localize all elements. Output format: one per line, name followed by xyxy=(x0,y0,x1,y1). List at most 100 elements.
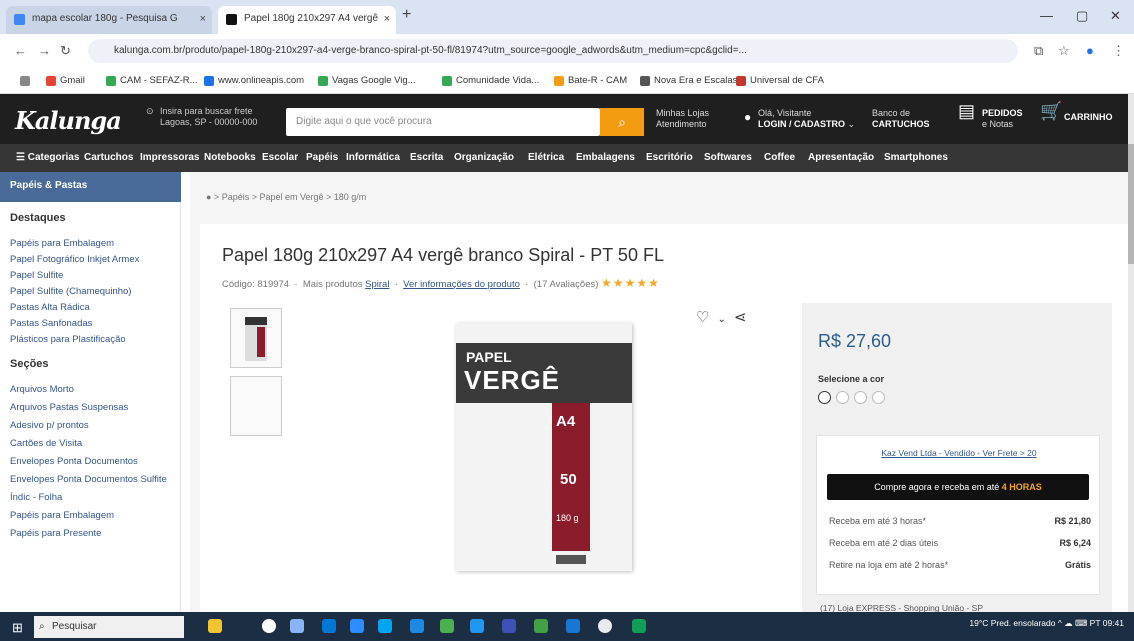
star-bookmark-icon[interactable]: ☆ xyxy=(1058,43,1070,59)
sidebar-heading[interactable]: Papéis & Pastas xyxy=(0,172,181,202)
nav-papeis[interactable]: Papéis xyxy=(306,152,338,163)
product-info-link[interactable]: Ver informações do produto xyxy=(403,279,520,290)
sidebar-item[interactable]: Plásticos para Plastificação xyxy=(10,334,126,345)
menu-icon[interactable]: ⋮ xyxy=(1112,43,1125,59)
search-button[interactable]: ⌕ xyxy=(600,108,644,136)
cart-link[interactable]: 🛒 CARRINHO xyxy=(1040,102,1113,123)
back-icon[interactable]: ← xyxy=(14,43,27,58)
sidebar-item[interactable]: Cartões de Visita xyxy=(10,438,82,449)
nav-smartphones[interactable]: Smartphones xyxy=(884,152,948,163)
windows-start-icon[interactable]: ⊞ xyxy=(12,620,23,636)
delivery-option-row[interactable]: Receba em até 3 horas* R$ 21,80 xyxy=(829,516,1091,526)
login-link[interactable]: ● Olá, Visitante LOGIN / CADASTRO ⌄ xyxy=(744,108,855,130)
stores-link[interactable]: Minhas Lojas Atendimento xyxy=(656,108,709,130)
nav-cartuchos[interactable]: Cartuchos xyxy=(84,152,133,163)
bookmark-item[interactable]: Nova Era e Escalas xyxy=(640,75,737,86)
nav-escrita[interactable]: Escrita xyxy=(410,152,443,163)
extension-icon[interactable]: ⧉ xyxy=(1034,43,1043,59)
product-thumbnail[interactable] xyxy=(230,376,282,436)
nav-escritorio[interactable]: Escritório xyxy=(646,152,693,163)
color-option[interactable] xyxy=(854,391,867,404)
kalunga-logo[interactable]: Kalunga xyxy=(15,106,122,135)
color-option[interactable] xyxy=(836,391,849,404)
app-icon[interactable] xyxy=(440,619,454,633)
sidebar-item[interactable]: Envelopes Ponta Documentos xyxy=(10,456,138,467)
product-thumbnail[interactable] xyxy=(230,308,282,368)
breadcrumb[interactable]: ● > Papéis > Papel em Vergê > 180 g/m xyxy=(206,192,366,202)
task-view-icon[interactable] xyxy=(262,619,276,633)
url-field[interactable]: kalunga.com.br/produto/papel-180g-210x29… xyxy=(88,39,1018,63)
maximize-icon[interactable]: ▢ xyxy=(1076,8,1088,24)
excel-icon[interactable] xyxy=(534,619,548,633)
system-tray[interactable]: 19°C Pred. ensolarado ^ ☁ ⌨ PT 09:41 xyxy=(969,618,1124,629)
nav-coffee[interactable]: Coffee xyxy=(764,152,795,163)
mail-icon[interactable] xyxy=(378,619,392,633)
page-scrollbar[interactable] xyxy=(1128,94,1134,612)
search-input[interactable]: Digite aqui o que você procura xyxy=(286,108,600,136)
nav-notebooks[interactable]: Notebooks xyxy=(204,152,256,163)
scrollbar-thumb[interactable] xyxy=(1128,144,1134,264)
profile-icon[interactable]: ● xyxy=(1086,43,1094,58)
nav-eletrica[interactable]: Elétrica xyxy=(528,152,564,163)
close-icon[interactable]: × xyxy=(384,6,390,32)
cartridges-link[interactable]: Banco de CARTUCHOS xyxy=(872,108,930,130)
app-icon[interactable] xyxy=(410,619,424,633)
store-icon[interactable] xyxy=(350,619,364,633)
bookmark-item[interactable]: Universal de CFA xyxy=(736,75,824,86)
chevron-down-icon[interactable]: ⌄ xyxy=(717,314,733,325)
sidebar-item[interactable]: Arquivos Pastas Suspensas xyxy=(10,402,128,413)
reviews-count[interactable]: (17 Avaliações) xyxy=(534,279,599,290)
brand-link[interactable]: Spiral xyxy=(365,279,389,290)
sidebar-item[interactable]: Pastas Alta Rádica xyxy=(10,302,90,313)
bookmark-item[interactable]: Gmail xyxy=(46,75,85,86)
delivery-option-row[interactable]: Receba em até 2 dias úteis R$ 6,24 xyxy=(829,538,1091,548)
sidebar-item[interactable]: Arquivos Morto xyxy=(10,384,74,395)
sidebar-item[interactable]: Índic - Folha xyxy=(10,492,62,503)
new-tab-icon[interactable]: + xyxy=(402,6,411,24)
delivery-option-row[interactable]: Retire na loja em até 2 horas* Grátis xyxy=(829,560,1091,570)
share-icon[interactable]: ⋖ xyxy=(734,309,755,326)
weather-widget-icon[interactable] xyxy=(208,619,222,633)
close-window-icon[interactable]: ✕ xyxy=(1110,8,1121,24)
nav-apresentacao[interactable]: Apresentação xyxy=(808,152,874,163)
nav-impressoras[interactable]: Impressoras xyxy=(140,152,199,163)
delivery-location[interactable]: ⊙ Insira para buscar frete Lagoas, SP - … xyxy=(146,106,257,128)
tab-google-search[interactable]: mapa escolar 180g - Pesquisa G × xyxy=(6,6,212,34)
bookmark-item[interactable]: Bate-R - CAM xyxy=(554,75,627,86)
bookmark-item[interactable]: CAM - SEFAZ-R... xyxy=(106,75,198,86)
app-icon[interactable] xyxy=(502,619,516,633)
sidebar-item[interactable]: Papel Sulfite (Chamequinho) xyxy=(10,286,131,297)
nav-informatica[interactable]: Informática xyxy=(346,152,400,163)
nav-softwares[interactable]: Softwares xyxy=(704,152,752,163)
nav-organizacao[interactable]: Organização xyxy=(454,152,514,163)
sidebar-item[interactable]: Envelopes Ponta Documentos Sulfite xyxy=(10,474,167,485)
heart-icon[interactable]: ♡ xyxy=(696,309,717,326)
sidebar-item[interactable]: Adesivo p/ prontos xyxy=(10,420,89,431)
taskbar-search[interactable]: ⌕ Pesquisar xyxy=(34,616,184,638)
app-icon[interactable] xyxy=(632,619,646,633)
minimize-icon[interactable]: — xyxy=(1040,8,1053,23)
app-icon[interactable] xyxy=(566,619,580,633)
orders-link[interactable]: ▤ PEDIDOS e Notas xyxy=(958,102,1023,130)
widgets-icon[interactable] xyxy=(290,619,304,633)
sidebar-item[interactable]: Pastas Sanfonadas xyxy=(10,318,92,329)
reload-icon[interactable]: ↻ xyxy=(60,43,71,59)
sidebar-item[interactable]: Papel Fotográfico Inkjet Armex xyxy=(10,254,139,265)
edge-icon[interactable] xyxy=(322,619,336,633)
nav-categorias[interactable]: ☰ Categorias xyxy=(16,152,79,163)
bookmark-item[interactable]: Vagas Google Vig... xyxy=(318,75,416,86)
color-option[interactable] xyxy=(818,391,831,404)
color-option[interactable] xyxy=(872,391,885,404)
sidebar-item[interactable]: Papéis para Embalagem xyxy=(10,238,114,249)
tab-kalunga[interactable]: Papel 180g 210x297 A4 vergê × xyxy=(218,6,396,34)
nav-escolar[interactable]: Escolar xyxy=(262,152,298,163)
product-image[interactable]: PAPEL VERGÊ A4 50 180 g xyxy=(456,323,632,571)
bookmark-item[interactable]: www.onlineapis.com xyxy=(204,75,304,86)
bookmark-item[interactable]: Comunidade Vida... xyxy=(442,75,539,86)
chrome-icon[interactable] xyxy=(598,619,612,633)
sidebar-item[interactable]: Papéis para Embalagem xyxy=(10,510,114,521)
seller-link[interactable]: Kaz Vend Ltda - Vendido - Ver Frete > 20 xyxy=(817,448,1101,458)
buy-now-button[interactable]: Compre agora e receba em até 4 HORAS xyxy=(827,474,1089,500)
nav-embalagens[interactable]: Embalagens xyxy=(576,152,635,163)
forward-icon[interactable]: → xyxy=(38,43,51,58)
